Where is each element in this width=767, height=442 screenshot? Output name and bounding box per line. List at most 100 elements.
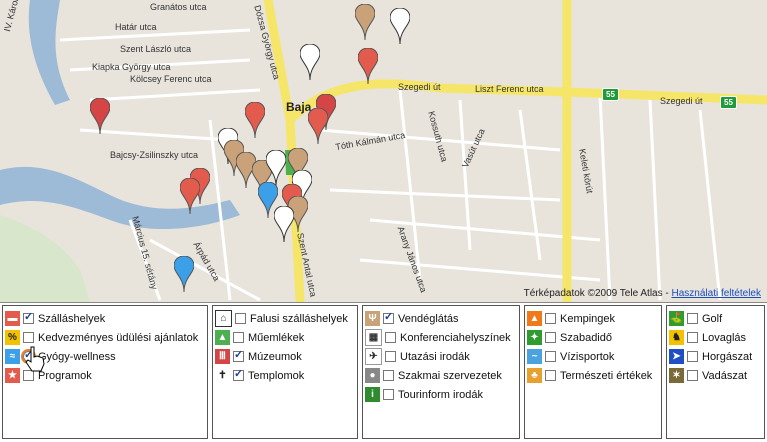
filter-item-termeszeti[interactable]: ♣ Természeti értékek — [527, 366, 659, 385]
street-label: Szent László utca — [120, 44, 192, 54]
filter-item-utazasi[interactable]: ✈ Utazási irodák — [365, 347, 517, 366]
filter-item-vizisportok[interactable]: ~ Vízisportok — [527, 347, 659, 366]
organization-icon: ● — [365, 368, 380, 383]
checkbox-kedvezmenyes[interactable] — [23, 332, 34, 343]
filter-item-templomok[interactable]: ✝ Templomok — [215, 366, 355, 385]
museum-marker[interactable] — [90, 98, 110, 134]
church-marker[interactable] — [266, 150, 286, 186]
filter-label: Falusi szálláshelyek — [250, 312, 348, 325]
filter-item-horgaszat[interactable]: ➤ Horgászat — [669, 347, 762, 366]
golf-icon: ⛳ — [669, 311, 684, 326]
filter-item-vendeglatas[interactable]: Ψ Vendéglátás — [365, 309, 517, 328]
accommodation-marker[interactable] — [308, 108, 328, 144]
checkbox-vadaszat[interactable] — [687, 370, 698, 381]
house-icon: ⌂ — [215, 310, 232, 327]
map-attribution: Térképadatok ©2009 Tele Atlas - Használa… — [523, 288, 762, 299]
road-shield: 55 — [602, 88, 619, 101]
filter-label: Golf — [702, 312, 723, 325]
filter-column-3: Ψ Vendéglátás ▦ Konferenciahelyszínek ✈ Uta… — [362, 305, 520, 439]
checkbox-templomok[interactable] — [233, 367, 244, 381]
church-marker[interactable] — [300, 44, 320, 80]
church-marker[interactable] — [390, 8, 410, 44]
filter-label: Vendéglátás — [398, 312, 459, 325]
filter-label: Kempingek — [560, 312, 616, 325]
checkbox-szakmai[interactable] — [383, 370, 394, 381]
filter-item-szabadido[interactable]: ✦ Szabadidő — [527, 328, 659, 347]
checkbox-falusi[interactable] — [235, 313, 246, 324]
checkbox-golf[interactable] — [687, 313, 698, 324]
filter-item-szallashelyek[interactable]: ▬ Szálláshelyek — [5, 309, 205, 328]
filter-item-muemlekek[interactable]: ▲ Műemlékek — [215, 328, 355, 347]
category-filter-panel: ▬ Szálláshelyek % Kedvezményes üdülési ajá… — [0, 303, 767, 442]
filter-label: Vadászat — [702, 369, 748, 382]
fishing-icon: ➤ — [669, 349, 684, 364]
filter-label: Konferenciahelyszínek — [400, 331, 511, 344]
bed-icon: ▬ — [5, 311, 20, 326]
filter-item-szakmai[interactable]: ● Szakmai szervezetek — [365, 366, 517, 385]
attribution-text: Térképadatok ©2009 Tele Atlas — [523, 288, 663, 299]
restaurant-marker[interactable] — [355, 4, 375, 40]
filter-label: Lovaglás — [702, 331, 747, 344]
conference-icon: ▦ — [365, 329, 382, 346]
museum-marker[interactable] — [180, 178, 200, 214]
hunting-icon: ✶ — [669, 368, 684, 383]
filter-column-4: ▲ Kempingek ✦ Szabadidő ~ Vízisportok ♣ Term… — [524, 305, 662, 439]
checkbox-muzeumok[interactable] — [233, 348, 244, 362]
terms-link[interactable]: Használati feltételek — [672, 288, 762, 299]
checkbox-szabadido[interactable] — [545, 332, 556, 343]
filter-item-konferencia[interactable]: ▦ Konferenciahelyszínek — [365, 328, 517, 347]
accommodation-marker[interactable] — [245, 102, 265, 138]
filter-item-muzeumok[interactable]: Ⅲ Múzeumok — [215, 347, 355, 366]
wellness-marker[interactable] — [174, 256, 194, 292]
filter-item-golf[interactable]: ⛳ Golf — [669, 309, 762, 328]
filter-label: Utazási irodák — [400, 350, 470, 363]
checkbox-lovaglas[interactable] — [687, 332, 698, 343]
filter-label: Természeti értékek — [560, 369, 653, 382]
monument-icon: ▲ — [215, 330, 230, 345]
street-label: Kölcsey Ferenc utca — [130, 74, 212, 84]
accommodation-marker[interactable] — [358, 48, 378, 84]
filter-label: Gyógy-wellness — [38, 350, 116, 363]
checkbox-tourinform[interactable] — [383, 389, 394, 400]
filter-item-kempingek[interactable]: ▲ Kempingek — [527, 309, 659, 328]
road-shield: 55 — [720, 96, 737, 109]
filter-label: Horgászat — [702, 350, 753, 363]
checkbox-muemlekek[interactable] — [233, 332, 244, 343]
program-icon: ★ — [5, 368, 20, 383]
church-icon: ✝ — [218, 370, 227, 381]
filter-label: Szálláshelyek — [38, 312, 106, 325]
museum-icon: Ⅲ — [215, 349, 230, 364]
checkbox-konferencia[interactable] — [385, 332, 396, 343]
info-icon: i — [365, 387, 380, 402]
filter-label: Szakmai szervezetek — [398, 369, 502, 382]
restaurant-icon: Ψ — [365, 311, 380, 326]
filter-item-falusi[interactable]: ⌂ Falusi szálláshelyek — [215, 309, 355, 328]
street-label: Bajcsy-Zsilinszky utca — [110, 150, 199, 160]
nature-icon: ♣ — [527, 368, 542, 383]
church-marker[interactable] — [274, 206, 294, 242]
filter-label: Templomok — [248, 369, 305, 382]
percent-icon: % — [5, 330, 20, 345]
filter-item-kedvezmenyes[interactable]: % Kedvezményes üdülési ajánlatok — [5, 328, 205, 347]
filter-item-tourinform[interactable]: i Tourinform irodák — [365, 385, 517, 404]
checkbox-szallashelyek[interactable] — [23, 310, 34, 324]
filter-label: Múzeumok — [248, 350, 302, 363]
checkbox-termeszeti[interactable] — [545, 370, 556, 381]
filter-column-5: ⛳ Golf ♞ Lovaglás ➤ Horgászat ✶ Vadászat — [666, 305, 765, 439]
street-label: Határ utca — [115, 22, 157, 32]
checkbox-horgaszat[interactable] — [687, 351, 698, 362]
checkbox-kempingek[interactable] — [545, 313, 556, 324]
street-label: Szegedi út — [398, 82, 441, 92]
horse-icon: ♞ — [669, 330, 684, 345]
filter-item-lovaglas[interactable]: ♞ Lovaglás — [669, 328, 762, 347]
filter-label: Kedvezményes üdülési ajánlatok — [38, 331, 199, 344]
checkbox-vizisportok[interactable] — [545, 351, 556, 362]
tent-icon: ▲ — [527, 311, 542, 326]
leisure-icon: ✦ — [527, 330, 542, 345]
checkbox-utazasi[interactable] — [385, 351, 396, 362]
filter-label: Programok — [38, 369, 92, 382]
map-view[interactable]: Granátos utca Határ utca IV. Károly rakp… — [0, 0, 767, 303]
filter-item-vadaszat[interactable]: ✶ Vadászat — [669, 366, 762, 385]
checkbox-vendeglatas[interactable] — [383, 310, 394, 324]
travel-icon: ✈ — [365, 348, 382, 365]
